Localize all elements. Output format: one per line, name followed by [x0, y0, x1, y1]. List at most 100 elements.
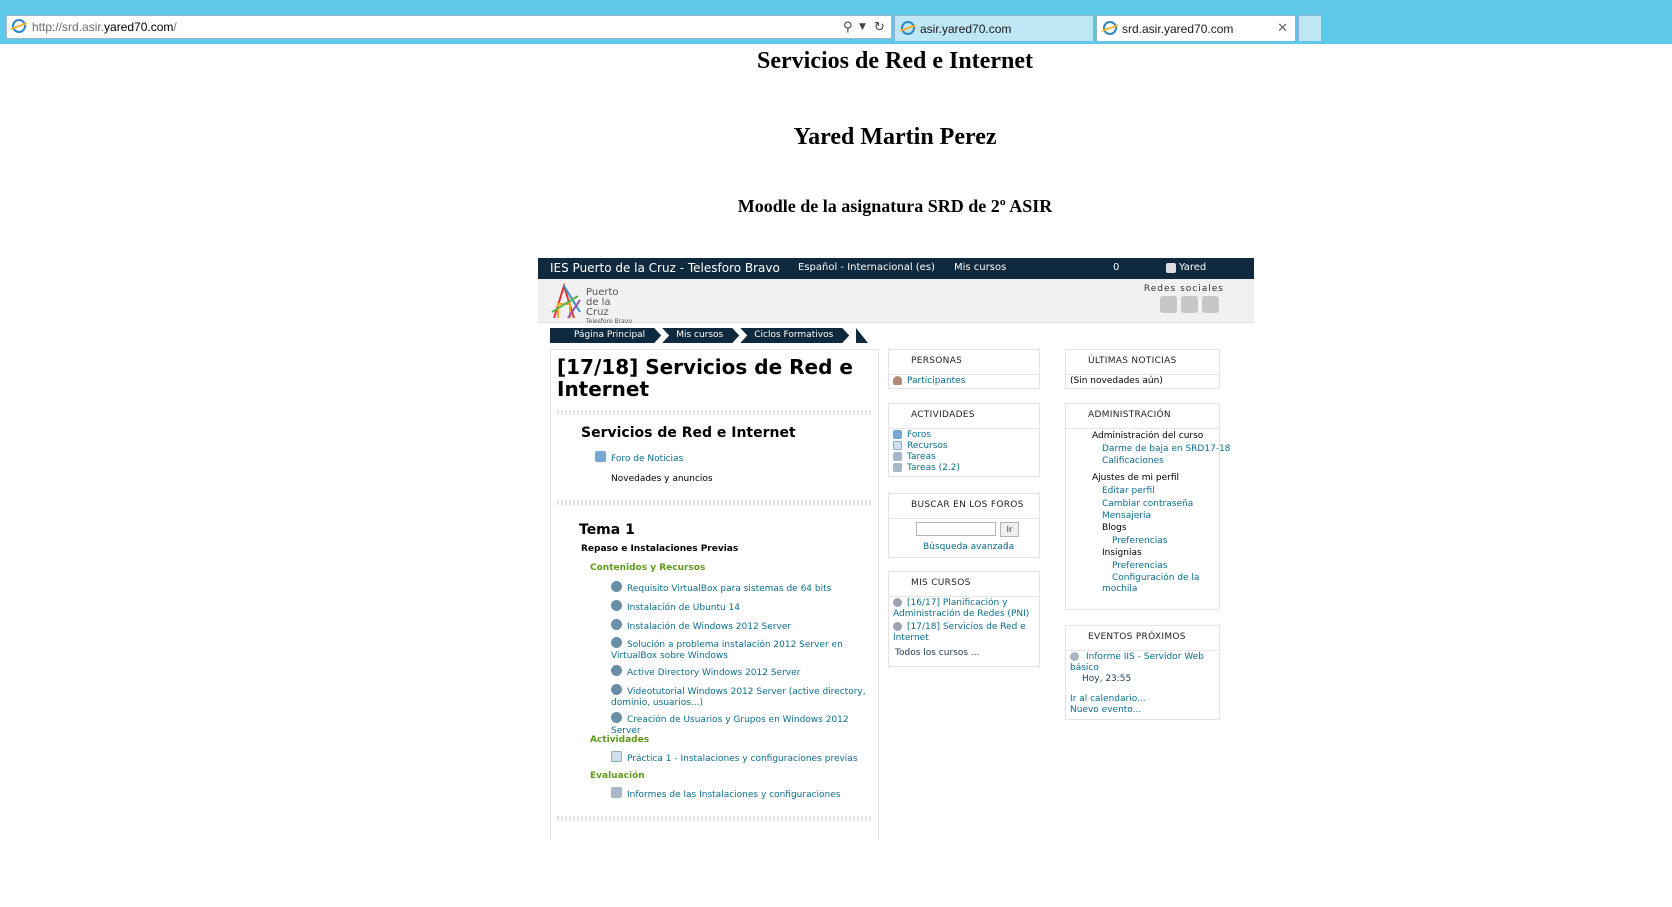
block-eventos-proximos: EVENTOS PRÓXIMOS Informe IIS - Servidor …: [1065, 625, 1220, 720]
ie-icon: [901, 21, 915, 35]
my-courses-menu[interactable]: Mis cursos: [954, 262, 1006, 273]
forum-icon: [893, 430, 902, 439]
unenrol-link[interactable]: Darme de baja en SRD17-18: [1102, 444, 1231, 455]
blogs-node[interactable]: Blogs: [1102, 523, 1127, 534]
group-heading: Contenidos y Recursos: [590, 563, 706, 573]
close-tab-icon[interactable]: ✕: [1277, 20, 1288, 36]
badges-node[interactable]: Insignias: [1102, 548, 1142, 559]
resource-link[interactable]: Creación de Usuarios y Grupos en Windows…: [627, 715, 849, 726]
block-ultimas-noticias: ÚLTIMAS NOTICIAS (Sin novedades aún): [1065, 349, 1220, 389]
resource-link[interactable]: Instalación de Ubuntu 14: [627, 603, 740, 614]
backpack-settings-link[interactable]: Configuración de la: [1112, 573, 1199, 584]
evaluation-link[interactable]: Informes de las Instalaciones y configur…: [627, 790, 841, 801]
activity-assignments-link[interactable]: Tareas: [907, 452, 936, 463]
calendar-link[interactable]: Ir al calendario...: [1070, 694, 1146, 705]
advanced-search-link[interactable]: Búsqueda avanzada: [923, 542, 1014, 553]
block-divider: [1066, 428, 1219, 429]
course-content: [17/18] Servicios de Red e Internet Serv…: [550, 349, 879, 840]
course-icon: [893, 598, 902, 607]
breadcrumb-my-courses[interactable]: Mis cursos: [662, 328, 739, 343]
help-icon[interactable]: ?: [1004, 542, 1009, 553]
breadcrumb-end-icon: [856, 328, 869, 343]
grades-link[interactable]: Calificaciones: [1102, 456, 1164, 467]
block-administracion: ADMINISTRACIÓN Administración del curso …: [1065, 403, 1231, 610]
block-divider: [889, 374, 1039, 375]
refresh-icon[interactable]: ↻: [874, 20, 885, 35]
resource-icon: [893, 441, 902, 450]
messaging-link[interactable]: Mensajería: [1102, 511, 1151, 522]
block-divider: [889, 518, 1039, 519]
dropdown-icon[interactable]: ▼: [859, 22, 866, 32]
all-courses-link[interactable]: Todos los cursos ...: [895, 648, 979, 659]
social-icon[interactable]: [1202, 296, 1219, 313]
block-actividades: ACTIVIDADES Foros Recursos Tareas Tareas…: [888, 403, 1040, 477]
moodle-screenshot: IES Puerto de la Cruz - Telesforo Bravo …: [538, 258, 1254, 840]
section-heading: Servicios de Red e Internet: [581, 425, 796, 441]
block-title: EVENTOS PRÓXIMOS: [1088, 632, 1186, 642]
activity-forums-link[interactable]: Foros: [907, 430, 931, 441]
participants-link[interactable]: Participantes: [907, 376, 965, 387]
section-divider: [557, 500, 872, 505]
course-admin-node[interactable]: Administración del curso: [1092, 431, 1203, 442]
course-link-srd[interactable]: [17/18] Servicios de Red e: [907, 622, 1026, 633]
tab-label: srd.asir.yared70.com: [1122, 22, 1234, 36]
tab-asir[interactable]: asir.yared70.com: [894, 15, 1094, 41]
forum-search-button[interactable]: Ir: [1000, 522, 1019, 537]
resource-icon: [611, 600, 622, 611]
activity-assignments22-link[interactable]: Tareas (2.2): [907, 463, 960, 474]
breadcrumb: Página Principal Mis cursos Ciclos Forma…: [550, 328, 869, 343]
language-menu[interactable]: Español - Internacional (es): [798, 262, 935, 273]
breadcrumb-home[interactable]: Página Principal: [550, 328, 661, 343]
participants-icon: [893, 376, 902, 385]
school-logo[interactable]: Puerto de la Cruz Telesforo Bravo: [550, 282, 650, 325]
url-text[interactable]: http://srd.asir.yared70.com/: [32, 20, 177, 34]
site-name[interactable]: IES Puerto de la Cruz - Telesforo Bravo: [550, 261, 780, 275]
event-link[interactable]: Informe IIS - Servidor Web: [1086, 652, 1204, 663]
block-divider: [889, 428, 1039, 429]
resource-link[interactable]: Instalación de Windows 2012 Server: [627, 622, 791, 633]
block-title: BUSCAR EN LOS FOROS: [911, 500, 1024, 510]
blogs-preferences-link[interactable]: Preferencias: [1112, 536, 1167, 547]
resource-link[interactable]: VirtualBox sobre Windows: [611, 651, 728, 662]
backpack-settings-link[interactable]: mochila: [1102, 584, 1137, 595]
ie-icon: [12, 19, 26, 33]
course-link-srd[interactable]: Internet: [893, 633, 929, 644]
section-divider: [557, 410, 872, 415]
social-label: Redes sociales: [1143, 284, 1224, 294]
resource-link[interactable]: Videotutorial Windows 2012 Server (activ…: [627, 687, 866, 698]
resource-icon: [611, 637, 622, 648]
forum-search-input[interactable]: [916, 522, 996, 536]
new-tab-button[interactable]: [1298, 15, 1322, 41]
profile-settings-node[interactable]: Ajustes de mi perfil: [1092, 473, 1179, 484]
event-link[interactable]: básico: [1070, 663, 1099, 674]
resource-link[interactable]: Solución a problema instalación 2012 Ser…: [627, 640, 843, 651]
edit-profile-link[interactable]: Editar perfil: [1102, 486, 1155, 497]
logo-text: Telesforo Bravo: [586, 318, 632, 325]
social-icon[interactable]: [1160, 296, 1177, 313]
search-icon[interactable]: ⚲: [843, 20, 853, 35]
tab-srd-asir[interactable]: srd.asir.yared70.com ✕: [1096, 15, 1296, 41]
activity-resources-link[interactable]: Recursos: [907, 441, 948, 452]
event-time[interactable]: Hoy, 23:55: [1082, 674, 1131, 685]
course-link-pni[interactable]: Administración de Redes (PNI): [893, 609, 1029, 620]
new-event-link[interactable]: Nuevo evento...: [1070, 705, 1141, 716]
forum-link[interactable]: Foro de Noticias: [611, 454, 683, 465]
assignment-icon: [893, 452, 902, 461]
badges-preferences-link[interactable]: Preferencias: [1112, 561, 1167, 572]
resource-link[interactable]: Active Directory Windows 2012 Server: [627, 668, 800, 679]
resource-icon: [611, 712, 622, 723]
message-count[interactable]: 0: [1113, 262, 1119, 273]
user-menu[interactable]: Yared: [1179, 262, 1206, 273]
social-icon[interactable]: [1181, 296, 1198, 313]
course-link-pni[interactable]: [16/17] Planificación y: [907, 598, 1007, 609]
resource-icon: [611, 665, 622, 676]
change-password-link[interactable]: Cambiar contraseña: [1102, 499, 1193, 510]
browser-chrome: http://srd.asir.yared70.com/ ⚲ ▼ ↻ asir.…: [0, 0, 1672, 44]
user-avatar-icon[interactable]: [1166, 263, 1176, 273]
breadcrumb-ciclos[interactable]: Ciclos Formativos: [740, 328, 849, 343]
address-bar[interactable]: http://srd.asir.yared70.com/ ⚲ ▼ ↻: [6, 15, 892, 39]
activity-link[interactable]: Práctica 1 - Instalaciones y configuraci…: [627, 754, 858, 765]
resource-link[interactable]: dominio, usuarios...): [611, 698, 703, 709]
block-divider: [889, 596, 1039, 597]
resource-link[interactable]: Requisito VirtualBox para sistemas de 64…: [627, 584, 831, 595]
